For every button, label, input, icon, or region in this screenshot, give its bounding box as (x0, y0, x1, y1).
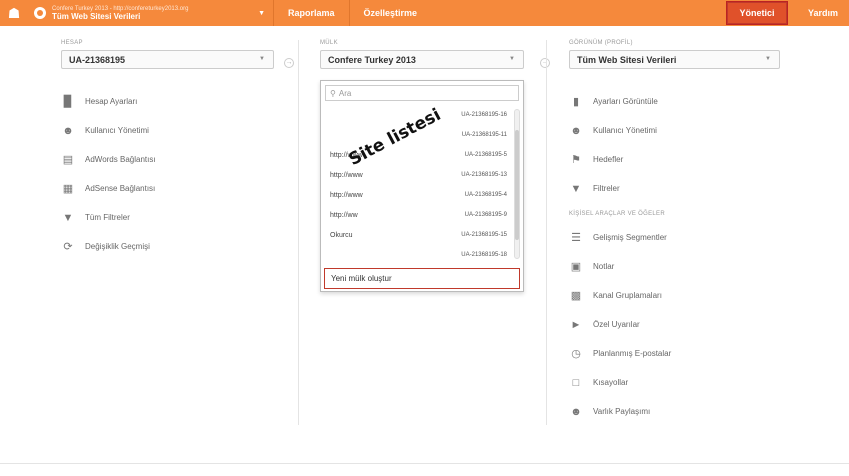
nav-reporting[interactable]: Raporlama (274, 0, 350, 26)
list-item[interactable]: UA-21368195-18 (321, 245, 523, 265)
scrollbar[interactable] (514, 109, 520, 259)
adwords-icon: ▤ (62, 154, 74, 166)
menu-item-view-settings[interactable]: ▮ Ayarları Görüntüle (569, 87, 780, 116)
home-icon[interactable]: ☗ (0, 0, 28, 26)
menu-item-asset-sharing[interactable]: ☻ Varlık Paylaşımı (569, 397, 780, 426)
property-label: MÜLK (320, 40, 338, 46)
view-label: GÖRÜNÜM (PROFİL) (569, 40, 633, 46)
property-column: MÜLK Confere Turkey 2013 ▼ (320, 40, 524, 69)
menu-item-account-settings[interactable]: ▉ Hesap Ayarları (61, 87, 274, 116)
users-icon: ☻ (62, 124, 74, 137)
account-column: HESAP UA-21368195 ▼ ▉ Hesap Ayarları ☻ Kul… (61, 40, 274, 261)
account-select[interactable]: UA-21368195 ▼ (61, 50, 274, 69)
menu-item-change-history[interactable]: ⟳ Değişiklik Geçmişi (61, 232, 274, 261)
footer-divider (0, 463, 849, 464)
menu-item-label: Kanal Gruplamaları (593, 291, 662, 300)
notes-icon: ▣ (570, 261, 582, 273)
menu-item-alerts[interactable]: ► Özel Uyarılar (569, 310, 780, 339)
view-selected: Tüm Web Sitesi Verileri (577, 54, 677, 65)
channel-icon: ▩ (570, 290, 582, 302)
divider (546, 40, 547, 425)
menu-item-adsense[interactable]: ▦ AdSense Bağlantısı (61, 174, 274, 203)
view-select[interactable]: Tüm Web Sitesi Verileri ▼ (569, 50, 780, 69)
admin-button[interactable]: Yönetici (726, 1, 788, 25)
menu-item-label: Hedefler (593, 155, 624, 164)
users-icon: ☻ (570, 124, 582, 137)
help-button[interactable]: Yardım (797, 0, 849, 26)
document-icon: ▮ (572, 96, 580, 108)
menu-item-adwords[interactable]: ▤ AdWords Bağlantısı (61, 145, 274, 174)
list-item[interactable]: http://www UA-21368195-4 (321, 185, 523, 205)
filter-icon: ▼ (62, 211, 74, 224)
menu-item-label: Notlar (593, 262, 615, 271)
menu-item-label: AdSense Bağlantısı (85, 184, 156, 193)
menu-item-label: Hesap Ayarları (85, 97, 138, 106)
history-icon: ⟳ (63, 241, 73, 253)
nav-customization[interactable]: Özelleştirme (350, 0, 432, 26)
menu-item-label: Ayarları Görüntüle (593, 97, 658, 106)
menu-item-label: Tüm Filtreler (85, 213, 130, 222)
list-item[interactable]: http://ww UA-21368195-9 (321, 205, 523, 225)
flag-icon: ⚑ (571, 154, 581, 166)
menu-item-label: Planlanmış E-postalar (593, 349, 672, 358)
menu-item-label: Değişiklik Geçmişi (85, 242, 150, 251)
create-property-button[interactable]: Yeni mülk oluştur (324, 268, 520, 289)
list-item[interactable]: Okurcu UA-21368195-15 (321, 225, 523, 245)
building-icon: ▉ (63, 96, 73, 108)
menu-item-shortcuts[interactable]: □ Kısayollar (569, 368, 780, 397)
chevron-down-icon: ▼ (509, 56, 515, 62)
clock-icon: ◷ (571, 348, 581, 360)
search-input[interactable]: ⚲ Ara (325, 85, 519, 101)
adsense-icon: ▦ (62, 183, 74, 195)
menu-item-channel-groups[interactable]: ▩ Kanal Gruplamaları (569, 281, 780, 310)
megaphone-icon: ► (570, 318, 582, 331)
menu-item-label: Kullanıcı Yönetimi (85, 126, 149, 135)
scrollbar-thumb[interactable] (515, 130, 519, 240)
menu-item-segments[interactable]: ☰ Gelişmiş Segmentler (569, 223, 780, 252)
list-item[interactable]: http://www UA-21368195-13 (321, 165, 523, 185)
segments-icon: ☰ (571, 232, 581, 244)
divider (298, 40, 299, 425)
menu-item-goals[interactable]: ⚑ Hedefler (569, 145, 780, 174)
search-placeholder: Ara (338, 88, 352, 98)
chevron-down-icon: ▼ (258, 9, 265, 17)
account-label: HESAP (61, 40, 83, 46)
menu-item-label: Varlık Paylaşımı (593, 407, 651, 416)
view-column: GÖRÜNÜM (PROFİL) Tüm Web Sitesi Verileri… (569, 40, 780, 426)
menu-item-view-users[interactable]: ☻ Kullanıcı Yönetimi (569, 116, 780, 145)
menu-item-filters[interactable]: ▼ Filtreler (569, 174, 780, 203)
account-selected: UA-21368195 (69, 54, 126, 65)
top-bar: ☗ Confere Turkey 2013 - http://conferetu… (0, 0, 849, 26)
menu-item-label: AdWords Bağlantısı (85, 155, 156, 164)
menu-item-label: Kısayollar (593, 378, 629, 387)
menu-item-scheduled-emails[interactable]: ◷ Planlanmış E-postalar (569, 339, 780, 368)
filter-icon: ▼ (570, 182, 582, 195)
menu-item-notes[interactable]: ▣ Notlar (569, 252, 780, 281)
menu-item-label: Filtreler (593, 184, 620, 193)
connector-icon: → (284, 58, 294, 68)
property-select[interactable]: Confere Turkey 2013 ▼ (320, 50, 524, 69)
menu-item-label: Özel Uyarılar (593, 320, 640, 329)
connector-icon: → (540, 58, 550, 68)
shortcut-icon: □ (572, 376, 580, 389)
menu-item-label: Kullanıcı Yönetimi (593, 126, 657, 135)
share-icon: ☻ (570, 405, 582, 418)
globe-icon (34, 7, 46, 19)
chevron-down-icon: ▼ (259, 56, 265, 62)
search-icon: ⚲ (330, 88, 336, 98)
menu-item-label: Gelişmiş Segmentler (593, 233, 667, 242)
personal-tools-heading: KİŞİSEL ARAÇLAR VE ÖĞELER (569, 211, 665, 217)
property-selected: Confere Turkey 2013 (328, 54, 416, 65)
menu-item-user-management[interactable]: ☻ Kullanıcı Yönetimi (61, 116, 274, 145)
account-view: Tüm Web Sitesi Verileri (52, 12, 141, 21)
account-selector[interactable]: Confere Turkey 2013 - http://confereturk… (28, 0, 274, 26)
chevron-down-icon: ▼ (765, 56, 771, 62)
menu-item-all-filters[interactable]: ▼ Tüm Filtreler (61, 203, 274, 232)
